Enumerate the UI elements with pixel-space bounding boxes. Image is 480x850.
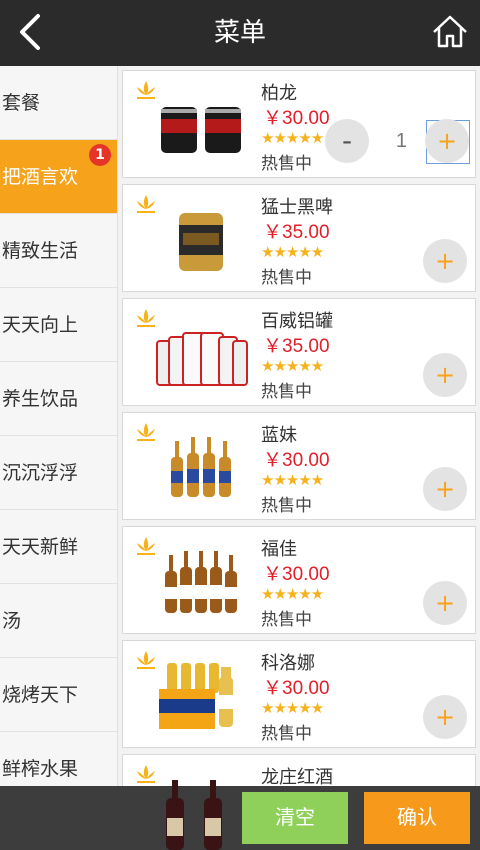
sidebar-item-label: 沉沉浮浮: [2, 462, 79, 484]
product-price: ￥30.00: [263, 450, 330, 471]
wine-bottles-image: [166, 780, 222, 850]
sidebar-item-tiantianxinxian[interactable]: 天天新鲜: [0, 510, 117, 584]
sidebar-item-label: 养生饮品: [2, 388, 79, 410]
product-name: 蓝妹: [261, 425, 297, 446]
product-card[interactable]: 福佳 ￥30.00 ★★★★★ 热售中 +: [122, 526, 476, 634]
product-name: 龙庄红酒: [261, 767, 333, 786]
sidebar-item-tang[interactable]: 汤: [0, 584, 117, 658]
sidebar-item-label: 套餐: [2, 92, 41, 114]
status-label: 热售中: [261, 724, 312, 744]
rating-stars: ★★★★★: [261, 585, 324, 603]
decrease-button[interactable]: -: [325, 119, 369, 163]
product-price: ￥30.00: [263, 678, 330, 699]
home-icon: [433, 15, 467, 48]
product-image: [171, 437, 231, 497]
header-bar: 菜单: [0, 0, 480, 66]
rating-stars: ★★★★★: [261, 129, 324, 147]
increase-button[interactable]: +: [423, 581, 467, 625]
product-name: 科洛娜: [261, 653, 315, 674]
count-badge: 1: [89, 144, 111, 166]
product-price: ￥30.00: [263, 564, 330, 585]
product-card[interactable]: 柏龙 ￥30.00 ★★★★★ 热售中 - 1 +: [122, 70, 476, 178]
product-card[interactable]: 蓝妹 ￥30.00 ★★★★★ 热售中 +: [122, 412, 476, 520]
increase-button[interactable]: +: [425, 119, 469, 163]
sidebar-item-label: 烧烤天下: [2, 684, 79, 706]
product-price: ￥35.00: [263, 222, 330, 243]
confirm-button[interactable]: 确认: [364, 792, 470, 844]
sidebar-item-shaokaotianxia[interactable]: 烧烤天下: [0, 658, 117, 732]
status-label: 热售中: [261, 268, 312, 288]
increase-button[interactable]: +: [423, 695, 467, 739]
rating-stars: ★★★★★: [261, 243, 324, 261]
sidebar-item-label: 精致生活: [2, 240, 79, 262]
sidebar-item-label: 天天向上: [2, 314, 79, 336]
page-title: 菜单: [213, 18, 266, 48]
clear-button[interactable]: 清空: [242, 792, 348, 844]
category-sidebar: 套餐 把酒言欢 1 精致生活 天天向上 养生饮品 沉沉浮浮 天天新鲜 汤 烧烤天下…: [0, 66, 118, 806]
rating-stars: ★★★★★: [261, 471, 324, 489]
sidebar-item-label: 汤: [2, 610, 22, 632]
bottom-action-bar: 清空 确认: [0, 780, 480, 850]
rating-stars: ★★★★★: [261, 357, 324, 375]
product-image: [159, 663, 233, 729]
product-name: 猛士黑啤: [261, 197, 333, 218]
sidebar-item-label: 鲜榨水果: [2, 758, 79, 780]
product-card[interactable]: 百威铝罐 ￥35.00 ★★★★★ 热售中 +: [122, 298, 476, 406]
product-name: 福佳: [261, 539, 297, 560]
rating-stars: ★★★★★: [261, 699, 324, 717]
product-list: 柏龙 ￥30.00 ★★★★★ 热售中 - 1 + 猛士黑啤 ￥35.00 ★★…: [118, 66, 480, 786]
sidebar-item-tiantianxiangshang[interactable]: 天天向上: [0, 288, 117, 362]
increase-button[interactable]: +: [423, 467, 467, 511]
product-price: ￥30.00: [263, 108, 330, 129]
sidebar-item-yangshengyinpin[interactable]: 养生饮品: [0, 362, 117, 436]
product-image: [156, 332, 248, 386]
product-price: ￥35.00: [263, 336, 330, 357]
menu-screen: 菜单 套餐 把酒言欢 1 精致生活 天天向上 养生饮品 沉沉浮浮 天天新鲜 汤 烧…: [0, 0, 480, 850]
product-image: [161, 107, 241, 153]
status-label: 热售中: [261, 154, 312, 174]
sidebar-item-taocan[interactable]: 套餐: [0, 66, 117, 140]
status-label: 热售中: [261, 382, 312, 402]
status-label: 热售中: [261, 496, 312, 516]
product-name: 百威铝罐: [261, 311, 333, 332]
sidebar-item-label: 天天新鲜: [2, 536, 79, 558]
product-image: [165, 551, 237, 613]
lotus-logo-icon: [137, 765, 155, 783]
product-card[interactable]: 猛士黑啤 ￥35.00 ★★★★★ 热售中 +: [122, 184, 476, 292]
sidebar-item-chenchenfufu[interactable]: 沉沉浮浮: [0, 436, 117, 510]
status-label: 热售中: [261, 610, 312, 630]
increase-button[interactable]: +: [423, 353, 467, 397]
home-button[interactable]: [430, 12, 470, 52]
product-name: 柏龙: [261, 83, 297, 104]
product-image: [179, 213, 223, 271]
sidebar-item-bajiuyanhuan[interactable]: 把酒言欢 1: [0, 140, 117, 214]
sidebar-item-label: 把酒言欢: [2, 166, 79, 188]
increase-button[interactable]: +: [423, 239, 467, 283]
product-card[interactable]: 科洛娜 ￥30.00 ★★★★★ 热售中 +: [122, 640, 476, 748]
quantity-value: 1: [395, 130, 407, 152]
sidebar-item-jingzhishenghuo[interactable]: 精致生活: [0, 214, 117, 288]
